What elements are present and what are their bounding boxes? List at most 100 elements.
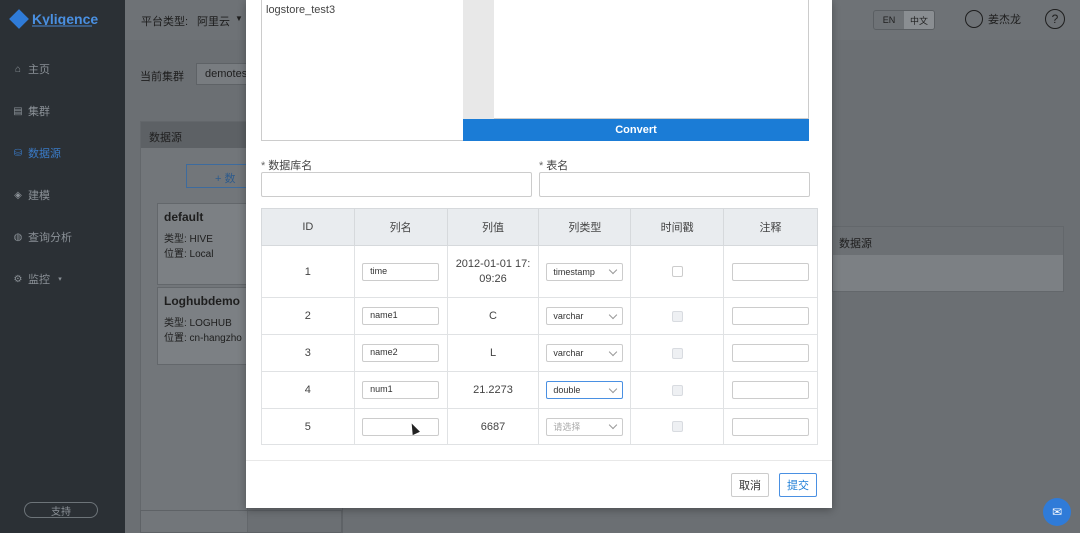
- user-menu[interactable]: 姜杰龙: [965, 10, 1021, 28]
- required-mark: *: [539, 160, 544, 172]
- sidebar-item-label: 查询分析: [28, 232, 72, 244]
- table-row: 3 name2 L varchar: [261, 334, 818, 372]
- sidebar-item-monitor[interactable]: ⚙ 监控 ▾: [0, 258, 125, 300]
- column-type-value: timestamp: [553, 266, 595, 277]
- kyligence-logo-icon: [9, 9, 29, 29]
- row-comment-cell: [723, 245, 818, 298]
- timestamp-checkbox[interactable]: [671, 421, 683, 433]
- user-name: 姜杰龙: [988, 14, 1021, 26]
- cancel-button[interactable]: 取消: [731, 473, 769, 497]
- query-icon: ◍: [13, 231, 23, 243]
- comment-input[interactable]: [732, 344, 809, 362]
- col-header-type: 列类型: [538, 208, 632, 246]
- row-name-cell: time: [353, 245, 448, 298]
- scrollbar[interactable]: [463, 0, 494, 119]
- lang-en-button[interactable]: EN: [874, 11, 904, 29]
- logo-tagline: [32, 25, 92, 27]
- row-id: 2: [261, 297, 355, 335]
- required-mark: *: [261, 160, 266, 172]
- datasource-card-loghubdemo[interactable]: Loghubdemo 类型: LOGHUB 位置: cn-hangzho: [157, 287, 249, 365]
- col-header-timestamp: 时间戳: [630, 208, 725, 246]
- timestamp-checkbox[interactable]: [671, 266, 683, 278]
- sidebar-item-label: 监控: [28, 274, 50, 286]
- home-icon: ⌂: [14, 63, 22, 75]
- row-timestamp-cell: [630, 371, 725, 409]
- sidebar-item-datasource[interactable]: ⛁ 数据源: [0, 132, 125, 174]
- row-type-cell: 请选择: [538, 408, 632, 445]
- db-name-label: * 数据库名: [261, 157, 312, 173]
- create-table-dialog: logstore_test3 Convert * 数据库名 * 表名 ID 列名 列…: [246, 0, 832, 508]
- comment-input[interactable]: [732, 307, 809, 325]
- col-header-comment: 注释: [723, 208, 818, 246]
- comment-input[interactable]: [732, 417, 809, 436]
- timestamp-checkbox[interactable]: [671, 347, 683, 359]
- row-timestamp-cell: [630, 408, 725, 445]
- row-value: 2012-01-01 17: 09:26: [446, 245, 540, 298]
- table-name-input[interactable]: [539, 172, 810, 197]
- table-row: 1 time 2012-01-01 17: 09:26 timestamp: [261, 245, 818, 298]
- submit-button[interactable]: 提交: [779, 473, 817, 497]
- col-header-value: 列值: [446, 208, 540, 246]
- timestamp-checkbox[interactable]: [671, 310, 683, 322]
- column-name-input[interactable]: name2: [362, 344, 440, 362]
- monitor-icon: ⚙: [13, 273, 23, 285]
- model-icon: ◈: [14, 189, 22, 201]
- column-type-value: varchar: [553, 311, 584, 321]
- comment-input[interactable]: [732, 381, 809, 399]
- comment-input[interactable]: [732, 262, 809, 281]
- row-comment-cell: [723, 371, 818, 409]
- db-name-label-text: 数据库名: [268, 160, 313, 172]
- sidebar-item-label: 主页: [28, 64, 50, 76]
- convert-button[interactable]: Convert: [463, 119, 809, 141]
- table-name-label: * 表名: [539, 157, 568, 173]
- column-name-input[interactable]: time: [362, 262, 440, 281]
- row-name-cell: name1: [353, 297, 448, 335]
- column-type-select[interactable]: varchar: [546, 307, 624, 325]
- lang-zh-button[interactable]: 中文: [904, 11, 934, 29]
- row-name-cell: name2: [353, 334, 448, 372]
- timestamp-checkbox[interactable]: [671, 384, 683, 396]
- db-name-input[interactable]: [261, 172, 532, 197]
- table-row: 2 name1 C varchar: [261, 297, 818, 335]
- row-type-cell: double: [538, 371, 632, 409]
- datasource-panel-title: 数据源: [141, 122, 247, 148]
- sidebar-item-cluster[interactable]: ▤ 集群: [0, 90, 125, 132]
- column-name-input[interactable]: name1: [362, 307, 440, 325]
- column-type-select[interactable]: timestamp: [546, 262, 624, 281]
- user-avatar-icon: [965, 10, 983, 28]
- bottom-panel: [140, 510, 342, 533]
- cluster-icon: ▤: [13, 105, 23, 117]
- row-comment-cell: [723, 297, 818, 335]
- sidebar-item-query[interactable]: ◍ 查询分析: [0, 216, 125, 258]
- chat-icon[interactable]: ✉: [1043, 498, 1071, 526]
- column-name-input[interactable]: num1: [362, 381, 440, 399]
- sidebar-item-home[interactable]: ⌂ 主页: [0, 48, 125, 90]
- table-header-row: ID 列名 列值 列类型 时间戳 注释: [261, 208, 818, 246]
- row-id: 5: [261, 408, 355, 445]
- dialog-footer-divider: [246, 460, 832, 461]
- column-type-select[interactable]: double: [546, 381, 624, 399]
- sidebar-item-label: 集群: [28, 106, 50, 118]
- row-value-line2: 09:26: [479, 272, 507, 285]
- datasource-icon: ⛁: [13, 147, 23, 159]
- chevron-down-icon: ▾: [58, 276, 62, 283]
- column-type-select[interactable]: varchar: [546, 344, 624, 362]
- datasource-card-default[interactable]: default 类型: HIVE 位置: Local: [157, 203, 249, 285]
- sidebar-item-model[interactable]: ◈ 建模: [0, 174, 125, 216]
- table-name-label-text: 表名: [546, 160, 569, 172]
- row-value: C: [446, 297, 540, 335]
- chevron-down-icon: [609, 420, 618, 430]
- row-type-cell: varchar: [538, 334, 632, 372]
- platform-label: 平台类型:: [141, 16, 189, 28]
- list-item[interactable]: logstore_test3: [262, 0, 463, 20]
- row-id: 4: [261, 371, 355, 409]
- support-button[interactable]: 支持: [24, 502, 98, 518]
- row-value: 21.2273: [446, 371, 540, 409]
- row-value-line1: 2012-01-01 17:: [455, 257, 531, 270]
- column-name-input[interactable]: [362, 417, 440, 436]
- platform-select[interactable]: 阿里云: [197, 13, 230, 29]
- column-type-select[interactable]: 请选择: [546, 417, 624, 436]
- card-location: 位置: cn-hangzho: [164, 333, 242, 344]
- help-icon[interactable]: ?: [1045, 9, 1065, 29]
- column-table: ID 列名 列值 列类型 时间戳 注释 1 time 2012-01-01 17…: [261, 208, 818, 445]
